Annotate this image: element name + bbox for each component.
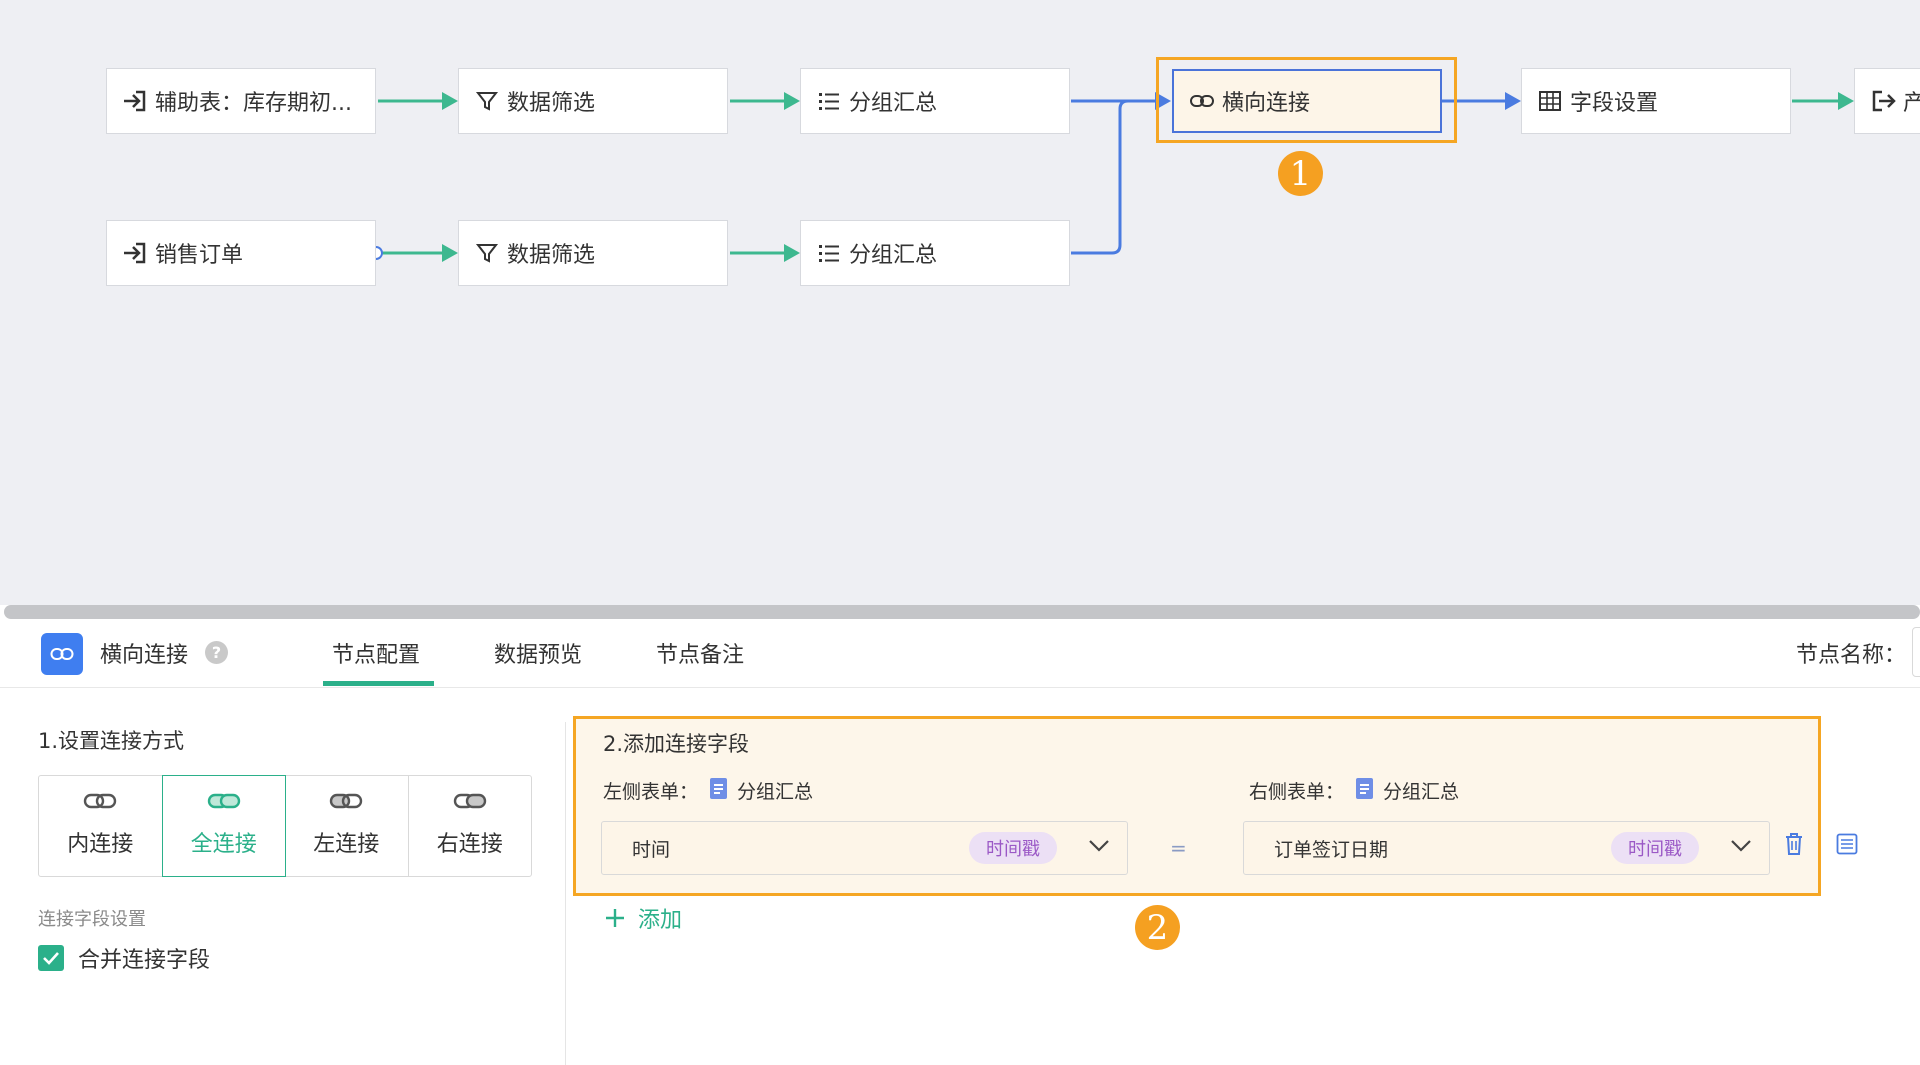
flow-node-label: 字段设置 [1570, 91, 1659, 116]
flow-node-field-settings[interactable]: 字段设置 [1521, 68, 1791, 134]
flow-node-label: 分组汇总 [849, 243, 938, 268]
right-table-name: 分组汇总 [1383, 781, 1460, 803]
flow-node-label: 横向连接 [1222, 91, 1311, 116]
join-option-inner[interactable]: 内连接 [39, 776, 163, 876]
chevron-down-icon[interactable] [1088, 839, 1110, 853]
section-divider [565, 722, 566, 1065]
flow-node-filter-1[interactable]: 数据筛选 [458, 68, 728, 134]
step-badge-1: 1 [1278, 151, 1323, 196]
field-list-icon[interactable] [1836, 833, 1858, 855]
flow-node-inventory[interactable]: 辅助表：库存期初... [106, 68, 376, 134]
left-field-value: 时间 [632, 838, 671, 861]
delete-icon[interactable] [1783, 832, 1805, 856]
join-option-label: 左连接 [313, 832, 380, 857]
link-icon [1188, 87, 1216, 115]
plus-icon [606, 909, 624, 927]
right-field-type-tag: 时间戳 [1611, 832, 1699, 864]
add-join-field-button[interactable]: 添加 [604, 902, 682, 934]
merge-fields-label: 合并连接字段 [78, 948, 211, 973]
tab-data-preview[interactable]: 数据预览 [494, 637, 582, 669]
full-join-icon [207, 793, 240, 809]
flow-node-group-1[interactable]: 分组汇总 [800, 68, 1070, 134]
left-table-name: 分组汇总 [737, 781, 814, 803]
document-icon [710, 777, 728, 804]
panel-node-type: 横向连接 [100, 643, 189, 668]
right-table-label: 右侧表单： [1249, 781, 1345, 803]
join-type-selector: 内连接 全连接 左连接 右连接 [38, 775, 532, 877]
config-panel-header: 横向连接 ? 节点配置 数据预览 节点备注 节点名称： [0, 619, 1920, 688]
list-icon [815, 87, 843, 115]
active-tab-indicator [323, 681, 434, 686]
table-icon [1536, 87, 1564, 115]
canvas-scrollbar[interactable] [4, 605, 1920, 619]
join-option-label: 右连接 [436, 832, 503, 857]
flow-node-label: 分组汇总 [849, 91, 938, 116]
edge-n9-n4 [1071, 99, 1155, 255]
left-table-info: 左侧表单： 分组汇总 [603, 777, 813, 804]
flow-node-label: 产 [1903, 85, 1920, 117]
input-arrow-icon [121, 87, 149, 115]
join-option-right[interactable]: 右连接 [409, 776, 532, 876]
step-badge-2: 2 [1135, 905, 1180, 950]
flow-node-label: 数据筛选 [507, 243, 596, 268]
chevron-down-icon[interactable] [1730, 839, 1752, 853]
right-field-value: 订单签订日期 [1274, 838, 1389, 861]
flow-node-group-2[interactable]: 分组汇总 [800, 220, 1070, 286]
filter-icon [473, 239, 501, 267]
join-fields-title: 2.添加连接字段 [603, 732, 750, 756]
flow-node-label: 数据筛选 [507, 91, 596, 116]
join-option-left[interactable]: 左连接 [285, 776, 409, 876]
left-table-label: 左侧表单： [603, 781, 699, 803]
left-field-type-tag: 时间戳 [969, 832, 1057, 864]
document-icon [1356, 777, 1374, 804]
field-settings-label: 连接字段设置 [38, 909, 146, 930]
output-arrow-icon [1869, 87, 1897, 115]
filter-icon [473, 87, 501, 115]
tab-node-notes[interactable]: 节点备注 [656, 637, 744, 669]
join-method-title: 1.设置连接方式 [38, 729, 185, 753]
join-type-icon [41, 633, 83, 675]
join-option-label: 内连接 [67, 832, 134, 857]
node-name-label: 节点名称： [1796, 643, 1907, 668]
flow-node-join[interactable]: 横向连接 [1172, 69, 1442, 133]
flow-node-sales-order[interactable]: 销售订单 [106, 220, 376, 286]
join-option-label: 全连接 [190, 832, 257, 857]
node-name-input[interactable] [1912, 627, 1920, 677]
flow-canvas[interactable]: 辅助表：库存期初... 数据筛选 分组汇总 横向连接 1 字段设置 产 [0, 0, 1920, 605]
join-method-section: 1.设置连接方式 内连接 全连接 左连接 右连接 连接字段设置 合并连接字段 [0, 689, 565, 1065]
merge-fields-checkbox[interactable] [38, 945, 64, 971]
flow-node-output[interactable]: 产 [1854, 68, 1920, 134]
right-table-info: 右侧表单： 分组汇总 [1249, 777, 1459, 804]
flow-node-label: 销售订单 [155, 243, 244, 268]
tab-node-config[interactable]: 节点配置 [332, 637, 420, 669]
checkmark-icon [43, 952, 59, 965]
list-icon [815, 239, 843, 267]
flow-node-label: 辅助表：库存期初... [155, 91, 352, 116]
join-option-full[interactable]: 全连接 [161, 775, 286, 877]
right-join-icon [453, 793, 486, 809]
left-join-icon [330, 793, 363, 809]
input-arrow-icon [121, 239, 149, 267]
flow-node-filter-2[interactable]: 数据筛选 [458, 220, 728, 286]
help-icon[interactable]: ? [205, 641, 228, 664]
inner-join-icon [84, 793, 117, 809]
add-label: 添加 [638, 908, 683, 933]
equals-sign: = [1170, 836, 1187, 860]
